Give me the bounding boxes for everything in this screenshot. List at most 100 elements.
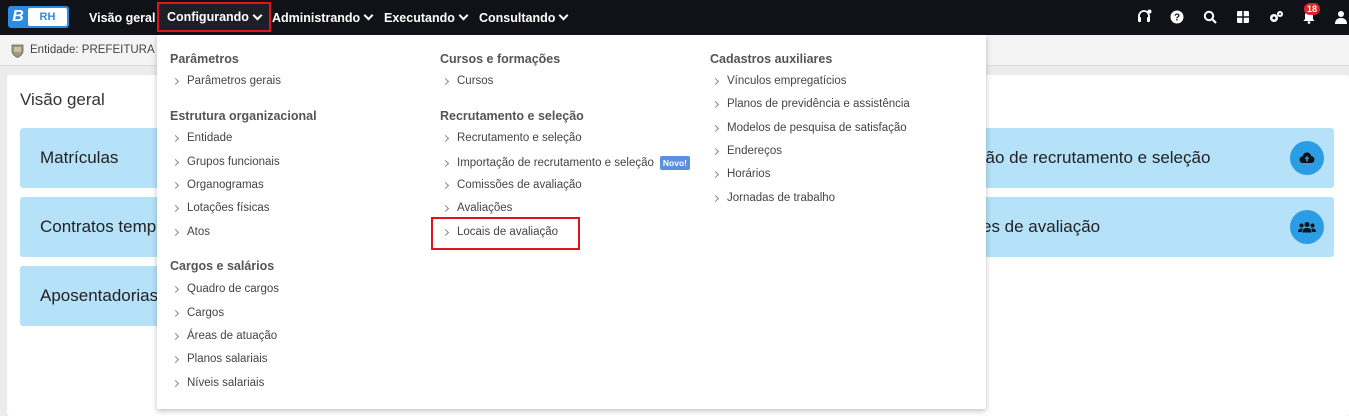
coat-of-arms-icon <box>11 43 24 58</box>
card-aposentadorias-label: Aposentadorias <box>40 286 159 305</box>
section-estrutura-title: Estrutura organizacional <box>170 109 317 123</box>
headset-icon[interactable] <box>1136 9 1152 25</box>
nav-configurando[interactable]: Configurando <box>157 2 271 32</box>
menu-item-label: Planos de previdência e assistência <box>727 98 910 110</box>
nav-visao-geral-label: Visão geral <box>89 10 156 25</box>
settings-icon[interactable] <box>1268 9 1284 25</box>
notification-count-badge: 18 <box>1304 3 1321 15</box>
menu-item-niveis-salariais[interactable]: Níveis salariais <box>171 377 265 389</box>
chevron-right-icon <box>171 379 180 387</box>
menu-item-horarios[interactable]: Horários <box>711 168 771 180</box>
entity-label[interactable]: Entidade: PREFEITURA D <box>30 44 166 56</box>
chevron-right-icon <box>711 77 720 85</box>
users-group-icon[interactable] <box>1290 210 1324 244</box>
menu-item-label: Atos <box>187 226 211 238</box>
nav-consultando[interactable]: Consultando <box>479 0 569 35</box>
card-contratos-label: Contratos temp <box>40 217 157 236</box>
menu-item-comissoes-de-avaliacao[interactable]: Comissões de avaliação <box>441 179 582 191</box>
menu-item-label: Vínculos empregatícios <box>727 75 847 87</box>
chevron-right-icon <box>441 159 450 167</box>
menu-item-recrutamento-e-selecao[interactable]: Recrutamento e seleção <box>441 132 582 144</box>
menu-item-label: Horários <box>727 168 771 180</box>
menu-item-label: Avaliações <box>457 202 513 214</box>
menu-item-label: Endereços <box>727 145 782 157</box>
menu-item-label: Jornadas de trabalho <box>727 192 836 204</box>
menu-item-label: Planos salariais <box>187 353 268 365</box>
search-icon[interactable] <box>1202 9 1218 25</box>
nav-administrando-label: Administrando <box>272 10 361 25</box>
menu-item-jornadas-de-trabalho[interactable]: Jornadas de trabalho <box>711 192 836 204</box>
chevron-right-icon <box>711 147 720 155</box>
nav-configurando-label: Configurando <box>167 10 249 24</box>
chevron-right-icon <box>171 181 180 189</box>
svg-text:?: ? <box>1174 13 1180 24</box>
menu-item-grupos-funcionais[interactable]: Grupos funcionais <box>171 156 280 168</box>
card-importacao-label: ção de recrutamento e seleção <box>977 148 1211 167</box>
nav-consultando-label: Consultando <box>479 10 556 25</box>
menu-item-label: Lotações físicas <box>187 202 270 214</box>
menu-item-organogramas[interactable]: Organogramas <box>171 179 264 191</box>
menu-item-vinculos-empregaticios[interactable]: Vínculos empregatícios <box>711 75 847 87</box>
section-recrutamento-title: Recrutamento e seleção <box>440 109 584 123</box>
menu-item-modelos-de-pesquisa[interactable]: Modelos de pesquisa de satisfação <box>711 122 907 134</box>
menu-item-label: Níveis salariais <box>187 377 265 389</box>
logo-letter: B <box>12 8 24 25</box>
menu-item-label: Cargos <box>187 307 225 319</box>
section-cursos-title: Cursos e formações <box>440 52 561 66</box>
chevron-right-icon <box>171 309 180 317</box>
menu-item-label: Modelos de pesquisa de satisfação <box>727 122 907 134</box>
menu-item-label: Entidade <box>187 132 233 144</box>
menu-item-label: Organogramas <box>187 179 264 191</box>
cloud-upload-icon[interactable] <box>1290 141 1324 175</box>
user-icon[interactable] <box>1333 9 1349 25</box>
chevron-right-icon <box>711 100 720 108</box>
highlight-locais-de-avaliacao <box>431 217 580 250</box>
chevron-right-icon <box>711 170 720 178</box>
app-logo[interactable]: B RH <box>8 6 69 28</box>
chevron-right-icon <box>171 134 180 142</box>
chevron-right-icon <box>711 124 720 132</box>
chevron-down-icon <box>252 10 263 20</box>
chevron-right-icon <box>171 355 180 363</box>
nav-visao-geral[interactable]: Visão geral <box>89 0 155 35</box>
menu-item-label: Parâmetros gerais <box>187 75 281 87</box>
nav-executando[interactable]: Executando <box>384 0 469 35</box>
new-badge: Novo! <box>659 156 690 170</box>
menu-item-areas-de-atuacao[interactable]: Áreas de atuação <box>171 330 278 342</box>
chevron-right-icon <box>171 228 180 236</box>
menu-item-enderecos[interactable]: Endereços <box>711 145 782 157</box>
card-comissoes-label: es de avaliação <box>982 217 1101 236</box>
top-navbar: B RH Visão geral Configurando Administra… <box>0 0 1349 35</box>
chevron-right-icon <box>171 158 180 166</box>
nav-executando-label: Executando <box>384 10 455 25</box>
menu-item-planos-salariais[interactable]: Planos salariais <box>171 353 268 365</box>
section-cargos-title: Cargos e salários <box>170 259 275 273</box>
menu-item-importacao-recrutamento[interactable]: Importação de recrutamento e seleção Novo… <box>441 156 690 170</box>
menu-item-cursos[interactable]: Cursos <box>441 75 494 87</box>
menu-item-cargos[interactable]: Cargos <box>171 307 225 319</box>
chevron-down-icon <box>558 10 569 21</box>
apps-grid-icon[interactable] <box>1235 9 1251 25</box>
section-parametros-title: Parâmetros <box>170 52 239 66</box>
menu-item-label: Cursos <box>457 75 494 87</box>
menu-item-entidade[interactable]: Entidade <box>171 132 233 144</box>
nav-administrando[interactable]: Administrando <box>272 0 374 35</box>
menu-item-label: Quadro de cargos <box>187 283 280 295</box>
menu-item-atos[interactable]: Atos <box>171 226 211 238</box>
logo-app-name: RH <box>28 8 67 26</box>
card-aposentadorias[interactable]: Aposentadorias <box>20 266 160 326</box>
chevron-right-icon <box>171 332 180 340</box>
chevron-right-icon <box>171 204 180 212</box>
help-icon[interactable]: ? <box>1169 9 1185 25</box>
menu-item-planos-de-previdencia[interactable]: Planos de previdência e assistência <box>711 98 910 110</box>
menu-item-avaliacoes[interactable]: Avaliações <box>441 202 513 214</box>
chevron-right-icon <box>441 204 450 212</box>
menu-item-label: Áreas de atuação <box>187 330 278 342</box>
menu-item-lotacoes-fisicas[interactable]: Lotações físicas <box>171 202 270 214</box>
chevron-right-icon <box>711 194 720 202</box>
chevron-right-icon <box>441 181 450 189</box>
chevron-down-icon <box>458 10 469 21</box>
menu-item-quadro-de-cargos[interactable]: Quadro de cargos <box>171 283 280 295</box>
chevron-right-icon <box>441 77 450 85</box>
menu-item-parametros-gerais[interactable]: Parâmetros gerais <box>171 75 281 87</box>
